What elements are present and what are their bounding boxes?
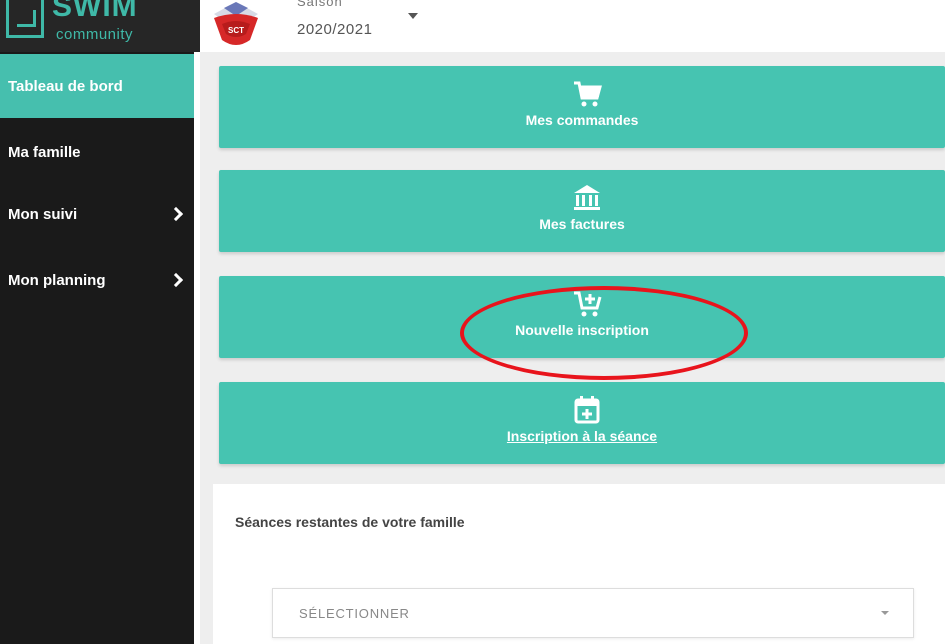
sidebar-item-tableau-de-bord[interactable]: Tableau de bord xyxy=(0,54,194,118)
sidebar-item-label: Ma famille xyxy=(8,143,81,161)
sidebar-item-mon-suivi[interactable]: Mon suivi xyxy=(0,182,194,246)
brand-subtitle: community xyxy=(56,26,134,43)
family-member-select[interactable]: SÉLECTIONNER xyxy=(272,588,914,638)
sidebar-item-label: Mon suivi xyxy=(8,205,78,223)
tile-nouvelle-inscription[interactable]: Nouvelle inscription xyxy=(219,276,945,358)
chevron-right-icon xyxy=(168,206,184,222)
top-bar: SWIM community SCT Saison 2020/2021 xyxy=(0,0,945,52)
sidebar: Tableau de bord Ma famille Mon suivi Mon… xyxy=(0,52,200,644)
calendar-plus-icon xyxy=(574,396,600,424)
tile-label: Mes factures xyxy=(539,216,625,232)
chevron-down-icon xyxy=(881,611,889,615)
season-selector[interactable]: 2020/2021 xyxy=(297,21,372,38)
swim-logo-icon xyxy=(6,0,44,38)
brand-logo[interactable]: SWIM community xyxy=(0,0,200,52)
sidebar-item-label: Tableau de bord xyxy=(8,77,123,95)
select-placeholder: SÉLECTIONNER xyxy=(299,606,410,621)
tile-mes-factures[interactable]: Mes factures xyxy=(219,170,945,252)
tile-mes-commandes[interactable]: Mes commandes xyxy=(219,66,945,148)
remaining-sessions-card: Séances restantes de votre famille SÉLEC… xyxy=(213,484,945,644)
season-label: Saison xyxy=(297,0,343,9)
chevron-right-icon xyxy=(168,272,184,288)
sidebar-item-ma-famille[interactable]: Ma famille xyxy=(0,120,194,184)
tile-inscription-seance[interactable]: Inscription à la séance xyxy=(219,382,945,464)
sidebar-item-label: Mon planning xyxy=(8,271,106,289)
cart-icon xyxy=(574,81,602,107)
svg-text:SCT: SCT xyxy=(228,26,244,35)
sidebar-item-mon-planning[interactable]: Mon planning xyxy=(0,248,194,312)
bank-icon xyxy=(574,185,600,210)
tile-label: Mes commandes xyxy=(525,112,639,128)
brand-name: SWIM xyxy=(52,0,138,23)
season-dropdown-icon[interactable] xyxy=(408,13,418,19)
page: SWIM community SCT Saison 2020/2021 Tabl… xyxy=(0,0,945,644)
tile-label: Inscription à la séance xyxy=(506,428,658,444)
card-title: Séances restantes de votre famille xyxy=(235,514,465,530)
sidebar-divider xyxy=(194,52,200,644)
tile-label: Nouvelle inscription xyxy=(515,322,649,338)
cart-plus-icon xyxy=(574,291,602,317)
club-logo-icon: SCT xyxy=(214,2,258,45)
